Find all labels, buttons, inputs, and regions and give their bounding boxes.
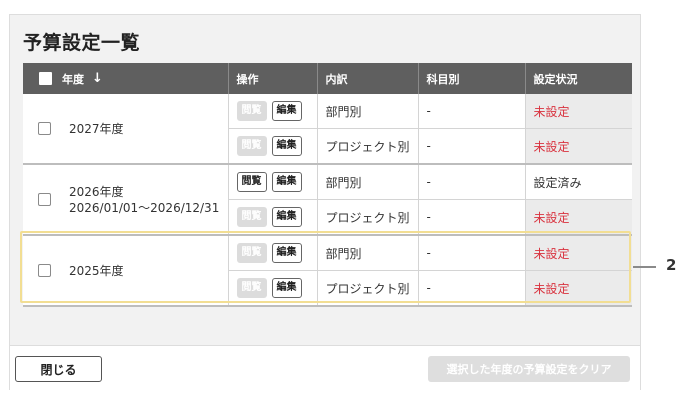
subject-cell: - bbox=[417, 199, 525, 236]
clear-selected-budget-button[interactable]: 選択した年度の予算設定をクリア bbox=[428, 356, 630, 382]
breakdown-cell: プロジェクト別 bbox=[316, 128, 418, 165]
close-button[interactable]: 閉じる bbox=[15, 356, 102, 382]
budget-settings-panel: 予算設定一覧 年度 ↓ 操作 内訳 科目別 設定状況 2027年度 閲覧 編集 … bbox=[9, 14, 641, 390]
ops-cell: 閲覧 編集 bbox=[227, 164, 317, 200]
year-label: 2027年度 bbox=[69, 121, 124, 136]
year-checkbox[interactable] bbox=[38, 122, 51, 135]
header-subject: 科目別 bbox=[417, 63, 525, 94]
year-checkbox[interactable] bbox=[38, 193, 51, 206]
callout-line bbox=[633, 266, 656, 268]
header-ops: 操作 bbox=[227, 63, 317, 94]
view-button[interactable]: 閲覧 bbox=[236, 207, 267, 227]
year-text: 2027年度 bbox=[69, 121, 124, 137]
table-header-row: 年度 ↓ 操作 内訳 科目別 設定状況 bbox=[23, 63, 632, 94]
ops-cell: 閲覧 編集 bbox=[227, 94, 317, 129]
edit-button[interactable]: 編集 bbox=[271, 172, 302, 192]
callout-number: 2 bbox=[666, 256, 677, 274]
year-text: 2026年度 2026/01/01～2026/12/31 bbox=[69, 184, 219, 216]
view-button[interactable]: 閲覧 bbox=[236, 172, 267, 192]
table-row: 2027年度 閲覧 編集 部門別 - 未設定 bbox=[23, 94, 632, 165]
year-cell: 2026年度 2026/01/01～2026/12/31 bbox=[23, 164, 228, 236]
header-year[interactable]: 年度 ↓ bbox=[23, 63, 228, 94]
ops-cell: 閲覧 編集 bbox=[227, 128, 317, 165]
year-period: 2026/01/01～2026/12/31 bbox=[69, 200, 220, 215]
header-year-label: 年度 bbox=[62, 72, 84, 86]
view-button[interactable]: 閲覧 bbox=[236, 136, 267, 156]
page-title: 予算設定一覧 bbox=[23, 32, 141, 54]
year-cell: 2027年度 bbox=[23, 94, 228, 165]
footer-bar: 閉じる 選択した年度の予算設定をクリア bbox=[10, 345, 640, 390]
subject-cell: - bbox=[417, 128, 525, 165]
status-cell: 未設定 bbox=[524, 199, 632, 236]
edit-button[interactable]: 編集 bbox=[271, 207, 302, 227]
subject-cell: - bbox=[417, 164, 525, 200]
status-cell: 設定済み bbox=[524, 164, 632, 200]
breakdown-cell: 部門別 bbox=[316, 94, 418, 129]
sort-arrow-icon[interactable]: ↓ bbox=[92, 71, 103, 86]
status-cell: 未設定 bbox=[524, 94, 632, 129]
breakdown-cell: 部門別 bbox=[316, 164, 418, 200]
highlight-frame bbox=[20, 231, 631, 303]
subject-cell: - bbox=[417, 94, 525, 129]
header-status: 設定状況 bbox=[524, 63, 632, 94]
table-row: 2026年度 2026/01/01～2026/12/31 閲覧 編集 部門別 - 設定済み bbox=[23, 164, 632, 236]
status-cell: 未設定 bbox=[524, 128, 632, 165]
ops-cell: 閲覧 編集 bbox=[227, 199, 317, 236]
year-label: 2026年度 bbox=[69, 184, 124, 199]
edit-button[interactable]: 編集 bbox=[271, 101, 302, 121]
select-all-checkbox[interactable] bbox=[39, 72, 52, 85]
header-breakdown: 内訳 bbox=[316, 63, 418, 94]
breakdown-cell: プロジェクト別 bbox=[316, 199, 418, 236]
view-button[interactable]: 閲覧 bbox=[236, 101, 267, 121]
edit-button[interactable]: 編集 bbox=[271, 136, 302, 156]
